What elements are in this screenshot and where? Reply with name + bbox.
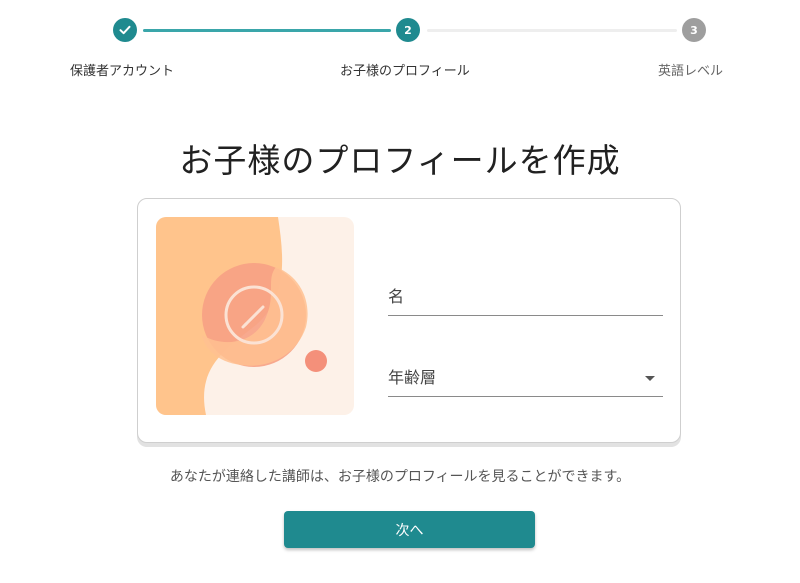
privacy-note: あなたが連絡した講師は、お子様のプロフィールを見ることができます。 (169, 469, 631, 485)
avatar-illustration (156, 217, 354, 415)
step-3-label: 英語レベル (658, 64, 724, 79)
child-name-placeholder: 名 (388, 287, 405, 306)
age-range-select[interactable]: 年齢層 (388, 362, 663, 397)
avatar-upload[interactable] (156, 217, 354, 415)
step-2-circle: 2 (396, 18, 420, 42)
page-title: お子様のプロフィールを作成 (179, 141, 621, 180)
next-button[interactable]: 次へ (284, 511, 535, 548)
profile-card: 名 年齢層 (137, 198, 681, 443)
step-2-label: お子様のプロフィール (340, 64, 470, 79)
caret-down-icon (645, 376, 655, 381)
step-connector-1 (143, 29, 391, 32)
age-range-placeholder: 年齢層 (388, 368, 437, 387)
step-1-check-circle (113, 18, 137, 42)
step-connector-2 (427, 29, 677, 32)
child-name-input[interactable]: 名 (388, 281, 663, 316)
progress-stepper: 2 3 保護者アカウント お子様のプロフィール 英語レベル (0, 0, 800, 90)
step-1-label: 保護者アカウント (70, 64, 175, 79)
step-3-circle: 3 (682, 18, 706, 42)
check-icon (119, 25, 131, 35)
